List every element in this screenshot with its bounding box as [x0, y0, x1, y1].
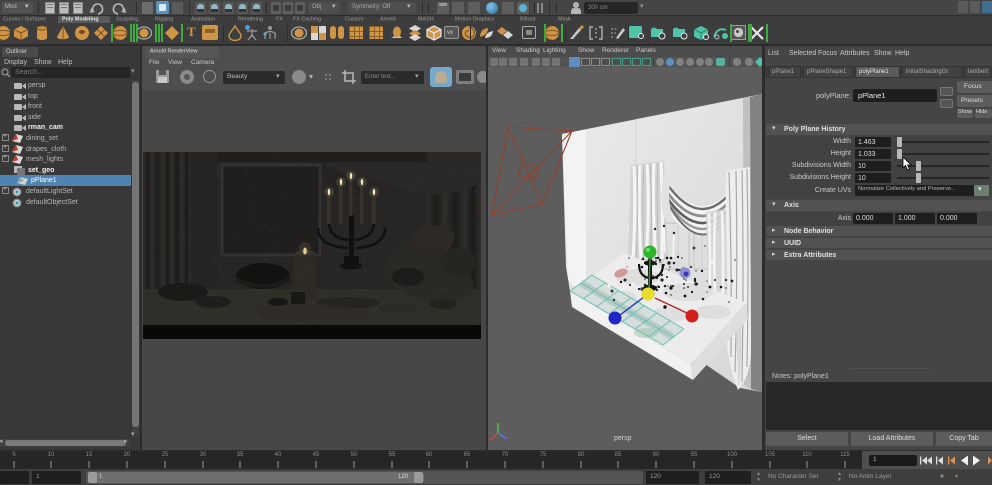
svg-text:persp: persp [614, 435, 632, 442]
